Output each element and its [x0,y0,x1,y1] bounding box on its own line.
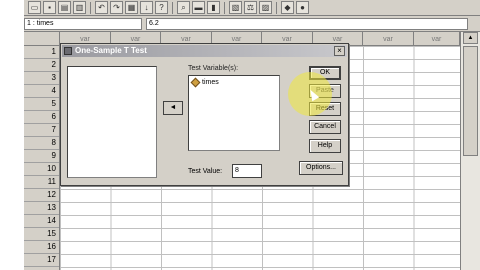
cell-value-field[interactable]: 6.2 [146,18,468,30]
test-variables-label: Test Variable(s): [188,65,239,72]
list-item[interactable]: times [190,77,219,88]
scroll-up-arrow-icon[interactable]: ▲ [463,32,478,44]
row-number[interactable]: 3 [24,72,59,85]
row-number[interactable]: 13 [24,202,59,215]
row-number[interactable]: 2 [24,59,59,72]
toolbar-separator [224,1,225,14]
value-labels-icon[interactable]: ◆ [281,1,294,14]
row-number[interactable]: 15 [24,228,59,241]
use-sets-icon[interactable]: ● [296,1,309,14]
row-number[interactable]: 17 [24,254,59,267]
insert-variable-icon[interactable]: ▮ [207,1,220,14]
source-variable-list[interactable] [67,66,157,178]
weight-cases-icon[interactable]: ⚖ [244,1,257,14]
toolbar-separator [276,1,277,14]
move-variable-button[interactable]: ◄ [163,101,183,115]
column-header[interactable]: var [414,32,460,46]
options-button[interactable]: Options... [299,161,343,175]
test-value-label: Test Value: [188,168,223,175]
vertical-scrollbar[interactable]: ▲ [460,32,480,270]
row-number[interactable]: 4 [24,85,59,98]
find-icon[interactable]: ⌕ [177,1,190,14]
row-number[interactable]: 16 [24,241,59,254]
scale-variable-icon [190,77,201,88]
variables-icon[interactable]: ? [155,1,168,14]
undo-icon[interactable]: ↶ [95,1,108,14]
row-number[interactable]: 8 [24,137,59,150]
corner-cell [24,32,60,46]
row-number[interactable]: 1 [24,46,59,59]
row-number[interactable]: 10 [24,163,59,176]
row-number[interactable]: 7 [24,124,59,137]
column-header[interactable]: var [363,32,414,46]
scrollbar-thumb[interactable] [463,46,478,156]
help-button[interactable]: Help [309,139,341,153]
row-number[interactable]: 11 [24,176,59,189]
toolbar: ▭ ▪ ▤ ▥ ↶ ↷ ▦ ↓ ? ⌕ ▬ ▮ ▧ ⚖ ▨ ◆ ● [24,0,480,16]
toolbar-separator [172,1,173,14]
test-value-input[interactable]: 8 [232,164,262,178]
open-icon[interactable]: ▭ [28,1,41,14]
goto-case-icon[interactable]: ↓ [140,1,153,14]
insert-cases-icon[interactable]: ▬ [192,1,205,14]
goto-chart-icon[interactable]: ▦ [125,1,138,14]
cell-editor-bar: 1 : times 6.2 [24,16,480,32]
cell-reference: 1 : times [24,18,142,30]
row-number[interactable]: 14 [24,215,59,228]
split-file-icon[interactable]: ▧ [229,1,242,14]
left-margin [0,0,24,270]
toolbar-separator [90,1,91,14]
row-headers: 1 2 3 4 5 6 7 8 9 10 11 12 13 14 15 16 1… [24,46,60,270]
dialog-title-bar[interactable]: One-Sample T Test × [62,45,347,57]
dialog-recall-icon[interactable]: ▥ [73,1,86,14]
dialog-app-icon [64,47,72,55]
dialog-title: One-Sample T Test [75,46,147,55]
redo-icon[interactable]: ↷ [110,1,123,14]
row-number[interactable]: 6 [24,111,59,124]
select-cases-icon[interactable]: ▨ [259,1,272,14]
close-icon[interactable]: × [334,46,345,56]
print-icon[interactable]: ▤ [58,1,71,14]
save-icon[interactable]: ▪ [43,1,56,14]
row-number[interactable]: 9 [24,150,59,163]
cancel-button[interactable]: Cancel [309,120,341,134]
variable-name: times [202,79,219,86]
row-number[interactable]: 12 [24,189,59,202]
test-variables-list[interactable]: times [188,75,280,151]
row-number[interactable]: 5 [24,98,59,111]
